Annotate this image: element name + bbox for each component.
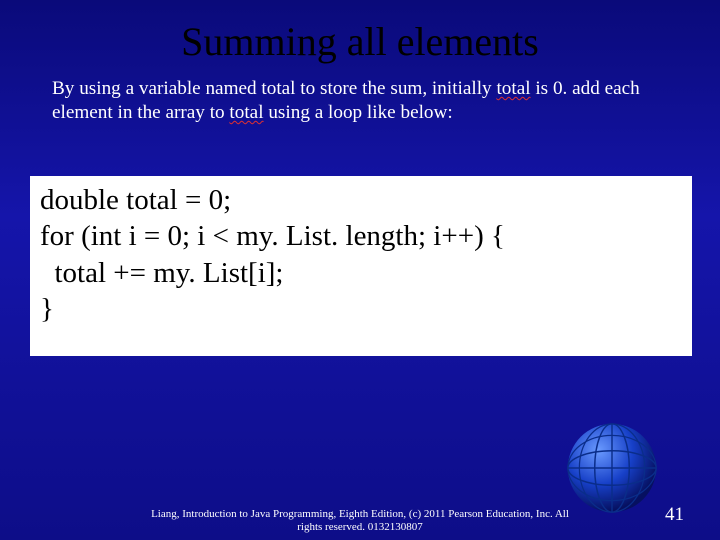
spellcheck-word-1: total bbox=[496, 78, 530, 99]
footer-line-2: rights reserved. 0132130807 bbox=[297, 521, 423, 533]
globe-icon bbox=[564, 420, 660, 516]
footer-copyright: Liang, Introduction to Java Programming,… bbox=[0, 508, 720, 534]
slide: Summing all elements By using a variable… bbox=[0, 0, 720, 540]
body-text-1: By using a variable named total to store… bbox=[52, 78, 496, 99]
slide-title: Summing all elements bbox=[0, 0, 720, 73]
spellcheck-word-2: total bbox=[229, 102, 263, 123]
footer-line-1: Liang, Introduction to Java Programming,… bbox=[151, 508, 569, 520]
page-number: 41 bbox=[665, 504, 684, 526]
body-paragraph: By using a variable named total to store… bbox=[0, 73, 720, 125]
code-block: double total = 0; for (int i = 0; i < my… bbox=[30, 176, 692, 356]
body-text-3: using a loop like below: bbox=[264, 102, 453, 123]
